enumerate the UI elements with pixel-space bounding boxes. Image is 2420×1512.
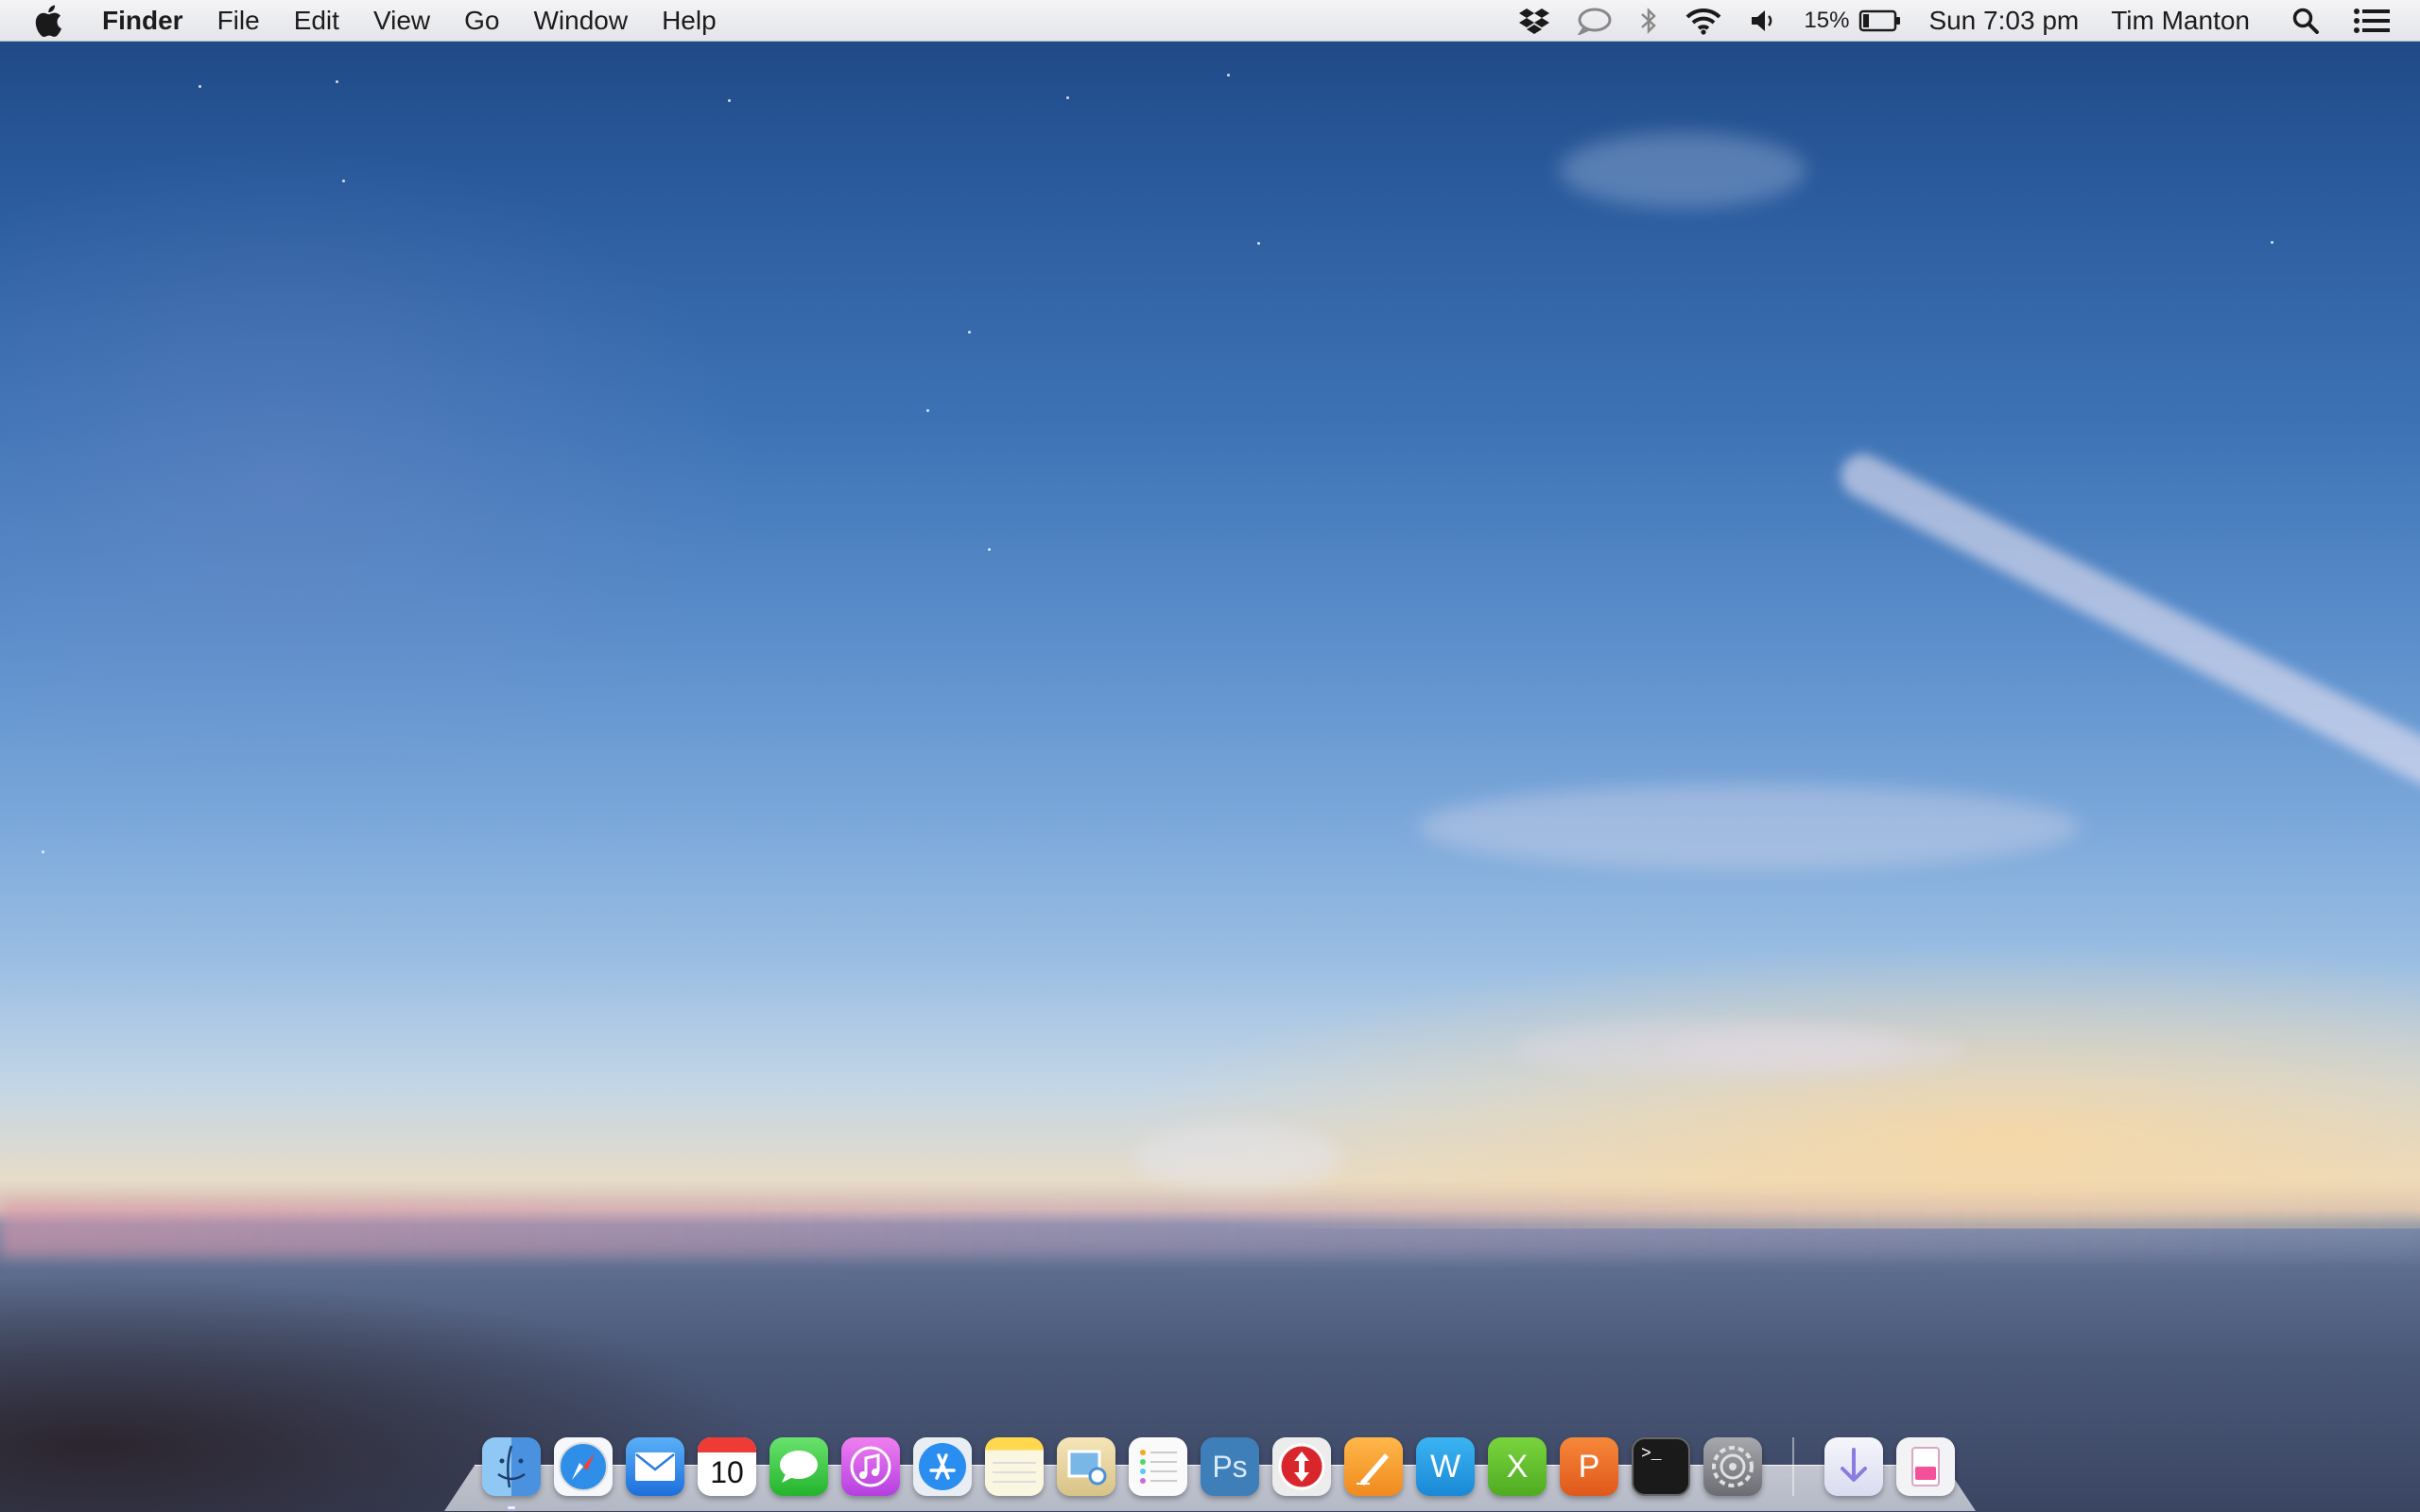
itunes-icon[interactable] [841, 1437, 900, 1496]
powerpoint-glyph: P [1578, 1448, 1600, 1485]
wallpaper-cloud [1560, 132, 1806, 208]
calendar-icon[interactable]: 10 [698, 1437, 756, 1496]
wallpaper-star [1257, 242, 1260, 245]
word-glyph: W [1429, 1448, 1461, 1485]
preview-icon[interactable] [1057, 1437, 1115, 1496]
wallpaper-star [42, 850, 44, 853]
wallpaper-cloud [1664, 1030, 1966, 1073]
excel-glyph: X [1506, 1448, 1529, 1485]
menubar-clock[interactable]: Sun 7:03 pm [1915, 6, 2092, 36]
menu-edit[interactable]: Edit [277, 6, 356, 36]
apple-logo-icon[interactable] [34, 4, 64, 38]
system-preferences-icon[interactable] [1703, 1437, 1762, 1496]
messages-icon[interactable] [769, 1437, 828, 1496]
dock-icons: 10 Ps W X P >_ [482, 1422, 1955, 1509]
wallpaper-star [1066, 96, 1069, 99]
mail-icon[interactable] [626, 1437, 684, 1496]
wifi-icon[interactable] [1671, 7, 1736, 35]
menu-bar-status-area: 15% Sun 7:03 pm Tim Manton [1505, 0, 2420, 42]
photoshop-glyph: Ps [1212, 1449, 1248, 1484]
downloads-stack-icon[interactable] [1824, 1437, 1883, 1496]
wallpaper-star [1227, 74, 1230, 77]
search-icon[interactable] [2278, 7, 2333, 35]
wallpaper-star [2271, 241, 2273, 244]
battery-indicator[interactable]: 15% [1790, 8, 1915, 34]
wallpaper-star [926, 409, 929, 412]
wallpaper-contrail [1833, 446, 2420, 795]
menu-window[interactable]: Window [516, 6, 645, 36]
menubar-user-name[interactable]: Tim Manton [2092, 6, 2278, 36]
battery-icon [1859, 9, 1901, 32]
dock-separator [1792, 1437, 1794, 1496]
photoshop-icon[interactable]: Ps [1201, 1437, 1259, 1496]
running-indicator [508, 1506, 515, 1509]
calendar-header [698, 1437, 756, 1452]
word-icon[interactable]: W [1416, 1437, 1475, 1496]
menu-view[interactable]: View [356, 6, 447, 36]
trash-icon[interactable] [1896, 1437, 1955, 1496]
menu-bar-left: Finder File Edit View Go Window Help [0, 0, 734, 42]
transmit-icon[interactable] [1272, 1437, 1331, 1496]
desktop-wallpaper [0, 0, 2420, 1512]
terminal-glyph: >_ [1641, 1445, 1662, 1464]
wallpaper-star [199, 85, 201, 88]
menu-bar: Finder File Edit View Go Window Help 15%… [0, 0, 2420, 42]
wallpaper-star [968, 331, 971, 334]
excel-icon[interactable]: X [1488, 1437, 1547, 1496]
messages-status-icon[interactable] [1564, 7, 1626, 35]
finder-icon[interactable] [482, 1437, 541, 1509]
powerpoint-icon[interactable]: P [1560, 1437, 1618, 1496]
notes-icon[interactable] [985, 1437, 1044, 1496]
battery-percent: 15% [1804, 8, 1850, 33]
menu-go[interactable]: Go [447, 6, 516, 36]
wallpaper-star [342, 180, 345, 182]
dock: 10 Ps W X P >_ [444, 1422, 1976, 1511]
wallpaper-glow [0, 142, 756, 803]
reminders-icon[interactable] [1129, 1437, 1187, 1496]
menu-app-finder[interactable]: Finder [93, 6, 200, 36]
app-store-icon[interactable] [913, 1437, 972, 1496]
terminal-icon[interactable]: >_ [1632, 1437, 1690, 1496]
bluetooth-icon[interactable] [1626, 6, 1671, 36]
wallpaper-star [988, 548, 991, 551]
dropbox-icon[interactable] [1505, 7, 1564, 35]
wallpaper-cloud [1134, 1125, 1342, 1191]
wallpaper-star [728, 99, 731, 102]
wallpaper-star [336, 80, 338, 83]
menu-file[interactable]: File [200, 6, 277, 36]
notification-center-icon[interactable] [2333, 8, 2420, 34]
wallpaper-cloud [1418, 784, 2080, 869]
calendar-date: 10 [710, 1454, 744, 1489]
wallpaper-sea-reflection [0, 1200, 2420, 1257]
volume-icon[interactable] [1736, 7, 1790, 35]
safari-icon[interactable] [554, 1437, 613, 1496]
pages-icon[interactable] [1344, 1437, 1403, 1496]
menu-help[interactable]: Help [645, 6, 734, 36]
